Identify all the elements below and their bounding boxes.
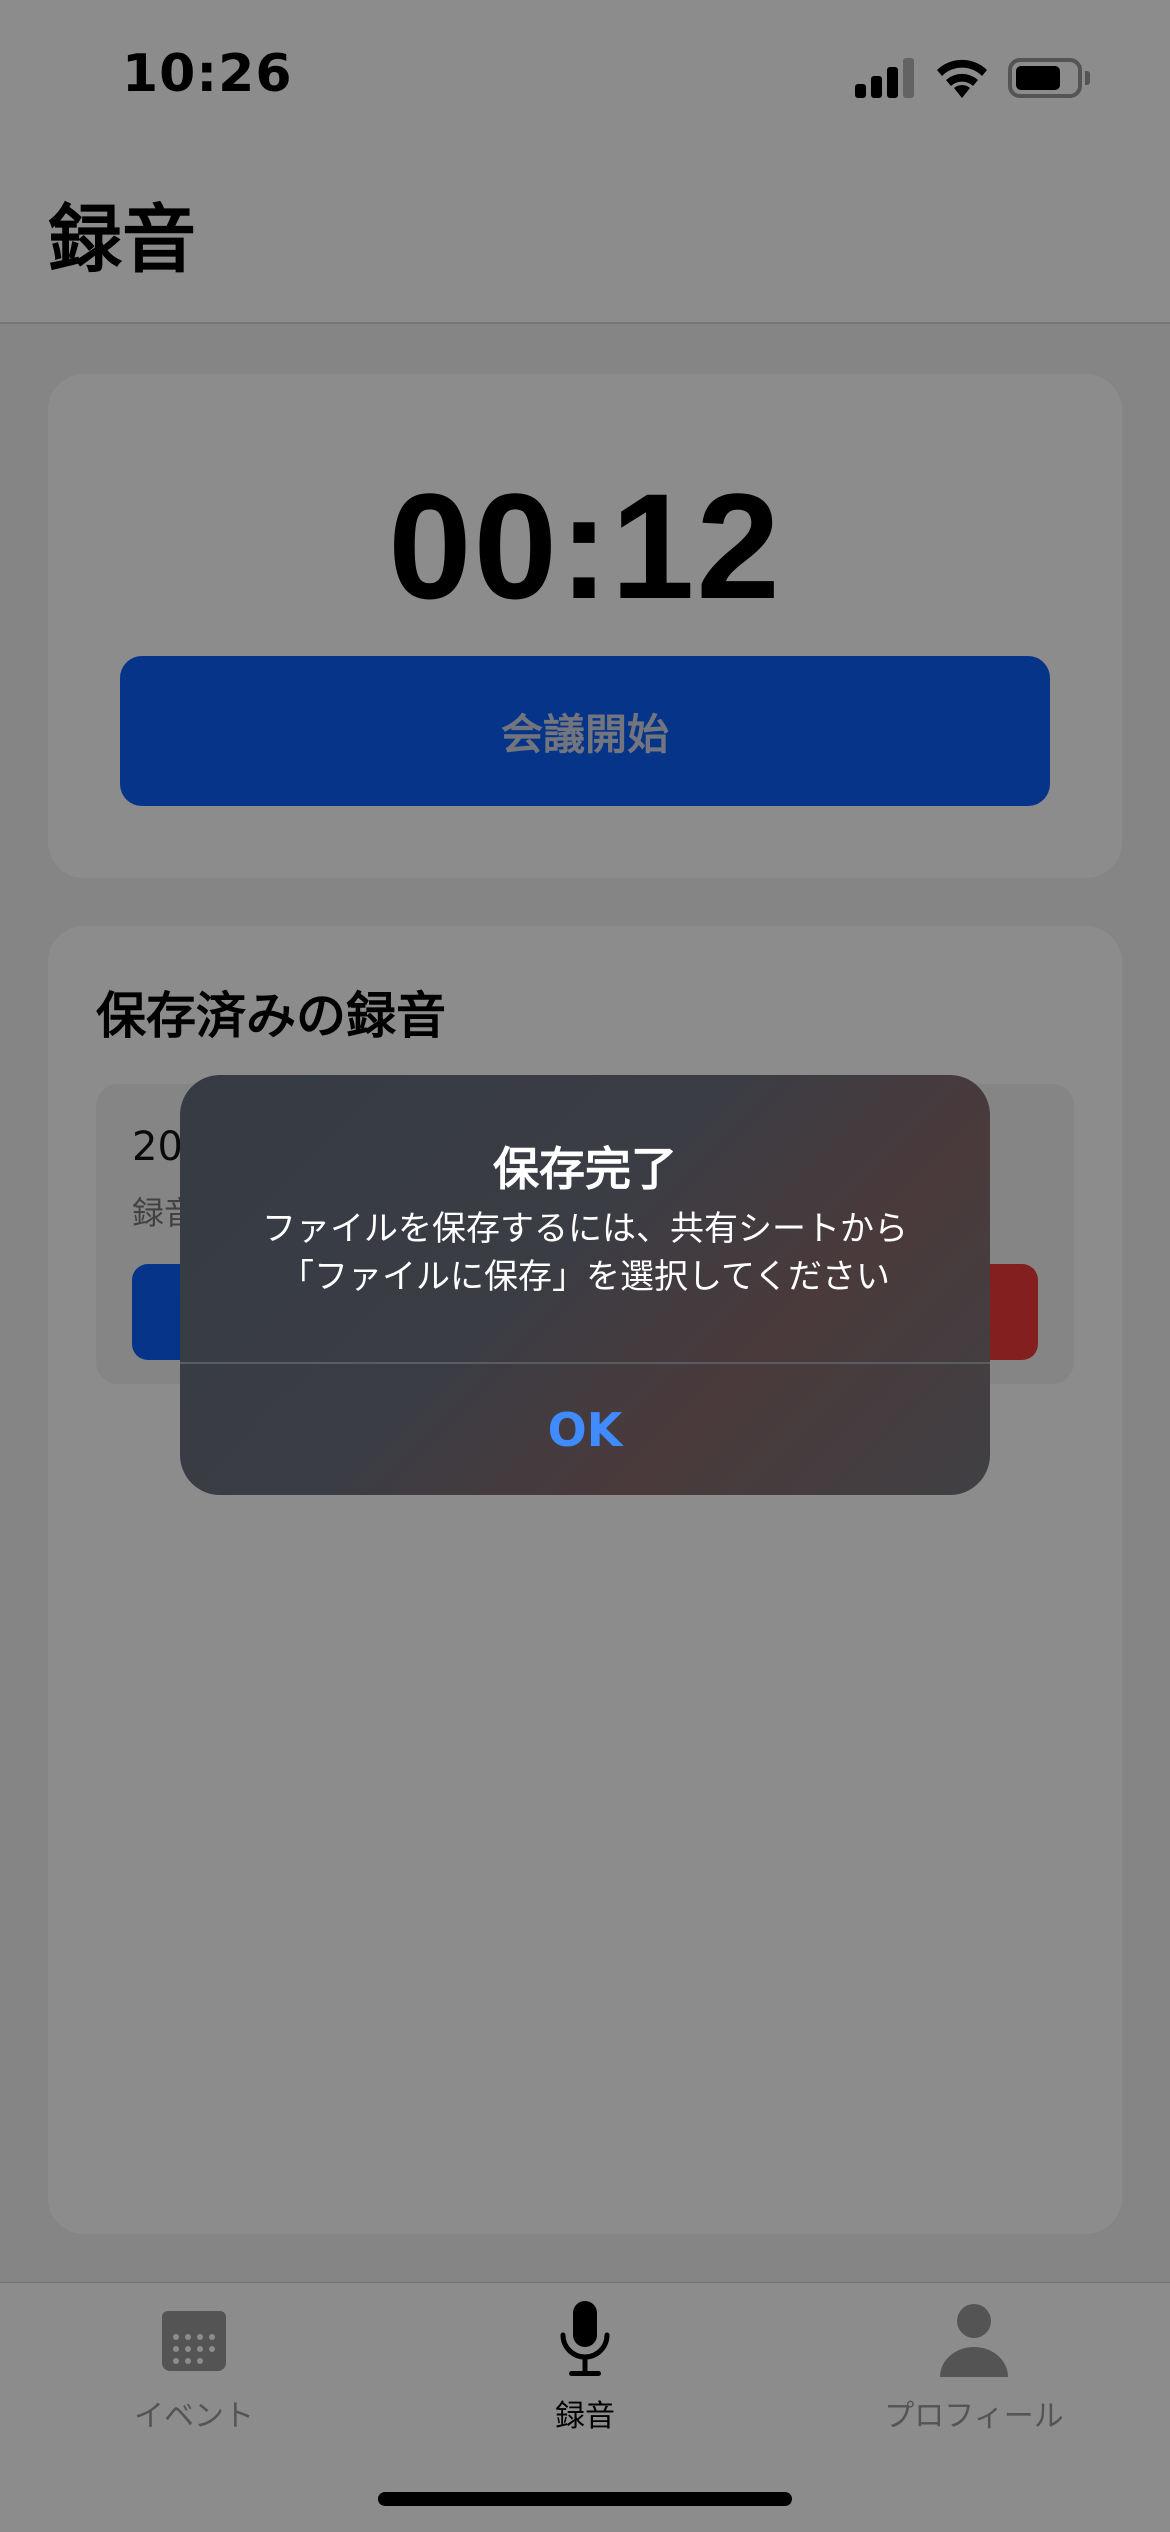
screen: 10:26 録音 00:12 会議開始 保存済みの録音 20 録音 イベント 録… (0, 0, 1170, 2532)
alert-title: 保存完了 (493, 1142, 677, 1196)
save-complete-alert: 保存完了 ファイルを保存するには、共有シートから 「ファイルに保存」を選択してく… (180, 1075, 990, 1495)
alert-message: ファイルを保存するには、共有シートから 「ファイルに保存」を選択してください (262, 1209, 908, 1297)
alert-ok-button[interactable]: OK (180, 1364, 990, 1495)
